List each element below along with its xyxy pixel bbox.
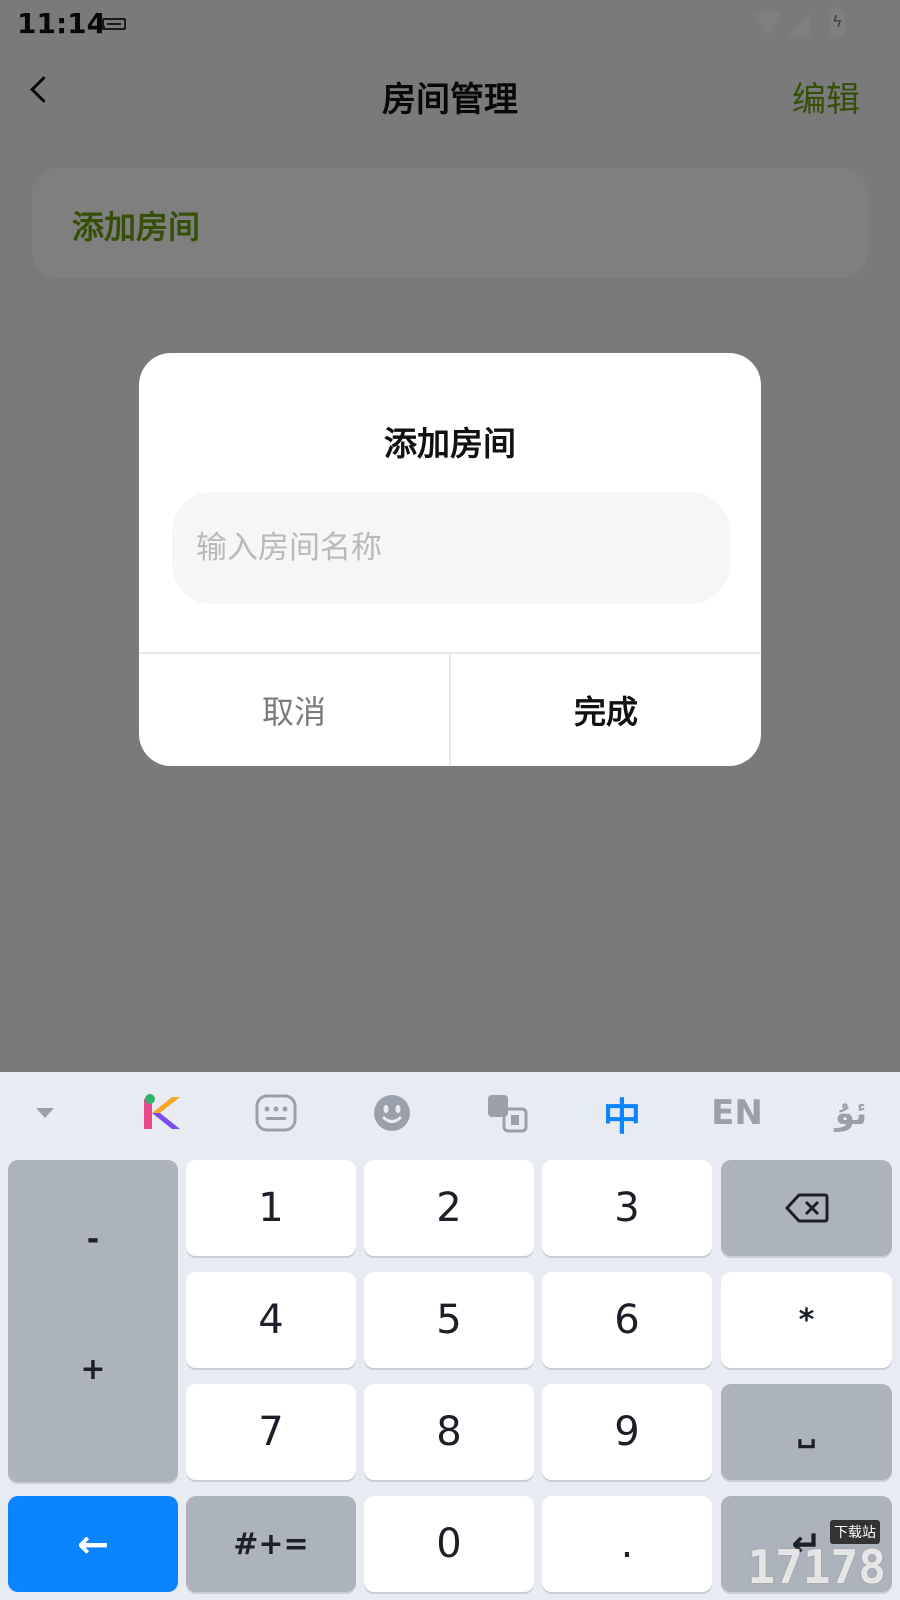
room-name-input[interactable] (172, 492, 730, 604)
dot-key[interactable]: . (542, 1496, 712, 1592)
english-input-mode[interactable]: EN (711, 1090, 763, 1136)
watermark-logo: 17178 (747, 1540, 886, 1594)
key-0[interactable]: 0 (364, 1496, 534, 1592)
collapse-keyboard-icon[interactable] (22, 1090, 68, 1136)
key-6[interactable]: 6 (542, 1272, 712, 1368)
back-key[interactable]: ← (8, 1496, 178, 1592)
translate-icon[interactable] (484, 1090, 530, 1136)
cancel-button[interactable]: 取消 (139, 654, 449, 766)
key-2[interactable]: 2 (364, 1160, 534, 1256)
symbols-key[interactable]: #+= (186, 1496, 356, 1592)
plus-minus-key[interactable]: - + (8, 1160, 178, 1482)
asterisk-key[interactable]: * (721, 1272, 892, 1368)
space-key[interactable]: ␣ (721, 1384, 892, 1480)
keypad-layout-icon[interactable] (253, 1090, 299, 1136)
key-5[interactable]: 5 (364, 1272, 534, 1368)
uyghur-input-mode[interactable]: ئۇ (828, 1090, 874, 1136)
key-4[interactable]: 4 (186, 1272, 356, 1368)
minus-key-label: - (86, 1222, 100, 1257)
soft-keyboard: 中 EN ئۇ - + 1 2 3 4 5 6 * 7 8 9 ␣ ← #+= … (0, 1072, 900, 1600)
keyboard-app-logo-icon[interactable] (138, 1090, 184, 1136)
emoji-icon[interactable] (369, 1090, 415, 1136)
key-3[interactable]: 3 (542, 1160, 712, 1256)
done-button[interactable]: 完成 (451, 654, 761, 766)
keyboard-toolbar: 中 EN ئۇ (0, 1072, 900, 1158)
delete-key[interactable] (721, 1160, 892, 1256)
dialog-title: 添加房间 (384, 424, 516, 463)
key-8[interactable]: 8 (364, 1384, 534, 1480)
key-1[interactable]: 1 (186, 1160, 356, 1256)
chinese-input-mode[interactable]: 中 (599, 1090, 645, 1139)
key-7[interactable]: 7 (186, 1384, 356, 1480)
plus-key-label: + (80, 1352, 106, 1387)
backspace-icon (785, 1193, 828, 1223)
add-room-dialog: 添加房间 取消 完成 (139, 353, 761, 766)
key-9[interactable]: 9 (542, 1384, 712, 1480)
